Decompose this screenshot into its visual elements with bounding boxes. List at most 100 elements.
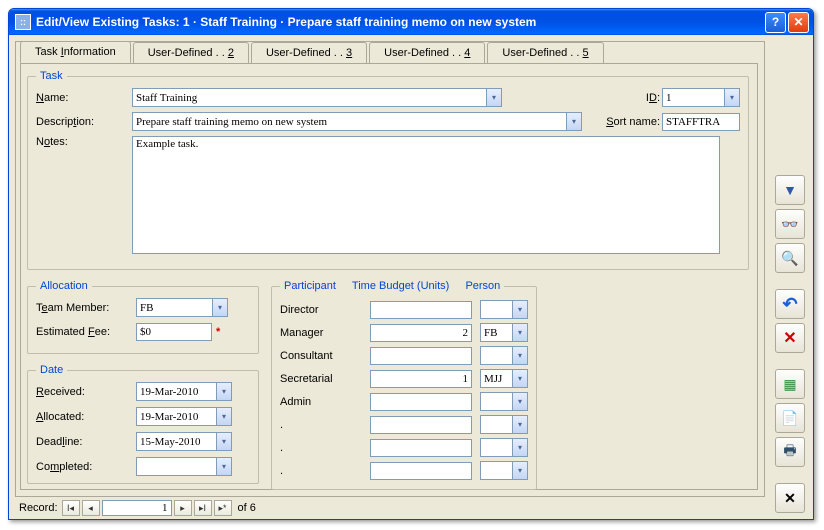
chevron-down-icon[interactable] <box>216 458 231 475</box>
chevron-down-icon[interactable] <box>566 113 581 130</box>
deadline-input[interactable] <box>137 433 216 450</box>
budget-col-label: Time Budget (Units) <box>352 280 449 292</box>
deadline-combo[interactable] <box>136 432 232 451</box>
person-combo[interactable] <box>480 392 528 411</box>
person-input[interactable] <box>481 393 512 410</box>
name-input[interactable] <box>133 89 486 106</box>
person-input[interactable] <box>481 347 512 364</box>
delete-button[interactable]: ✕ <box>775 323 805 353</box>
funnel-icon: ▼ <box>783 182 797 198</box>
window-close-button[interactable]: ✕ <box>788 12 809 33</box>
budget-input[interactable] <box>370 324 472 342</box>
budget-input[interactable] <box>370 370 472 388</box>
person-combo[interactable] <box>480 415 528 434</box>
person-input[interactable] <box>481 462 512 479</box>
person-input[interactable] <box>481 301 512 318</box>
person-col-label: Person <box>465 280 500 292</box>
tab-user-defined-3[interactable]: User-Defined . . 3 <box>251 42 367 64</box>
participant-row: . <box>280 459 528 482</box>
app-icon: :: <box>15 14 31 30</box>
person-combo[interactable] <box>480 300 528 319</box>
nav-first-button[interactable]: I◂ <box>62 500 80 516</box>
budget-input[interactable] <box>370 393 472 411</box>
person-input[interactable] <box>481 324 512 341</box>
nav-last-button[interactable]: ▸I <box>194 500 212 516</box>
person-combo[interactable] <box>480 369 528 388</box>
chevron-down-icon[interactable] <box>512 393 527 410</box>
record-number-input[interactable] <box>102 500 172 516</box>
search-button[interactable]: 🔍 <box>775 243 805 273</box>
participant-row: Secretarial <box>280 367 528 390</box>
participant-col-label: Participant <box>284 280 336 292</box>
received-input[interactable] <box>137 383 216 400</box>
tab-user-defined-4[interactable]: User-Defined . . 4 <box>369 42 485 64</box>
completed-input[interactable] <box>137 458 216 475</box>
chevron-down-icon[interactable] <box>212 299 227 316</box>
name-combo[interactable] <box>132 88 502 107</box>
chevron-down-icon[interactable] <box>216 383 231 400</box>
participant-row: Manager <box>280 321 528 344</box>
chevron-down-icon[interactable] <box>512 439 527 456</box>
notes-textarea[interactable]: Example task. <box>132 136 720 254</box>
id-combo[interactable] <box>662 88 740 107</box>
close-form-button[interactable]: ✕ <box>775 483 805 513</box>
chevron-down-icon[interactable] <box>486 89 501 106</box>
chevron-down-icon[interactable] <box>512 301 527 318</box>
preview-button[interactable]: 📄 <box>775 403 805 433</box>
filter-button[interactable]: ▼ <box>775 175 805 205</box>
nav-next-button[interactable]: ▸ <box>174 500 192 516</box>
participant-role-label: Director <box>280 304 370 316</box>
id-input[interactable] <box>663 89 724 106</box>
nav-prev-button[interactable]: ◂ <box>82 500 100 516</box>
allocation-legend: Allocation <box>36 280 92 292</box>
tab-task-information[interactable]: Task Information <box>20 41 131 63</box>
person-input[interactable] <box>481 370 512 387</box>
chevron-down-icon[interactable] <box>216 433 231 450</box>
person-combo[interactable] <box>480 461 528 480</box>
sort-name-input[interactable] <box>662 113 740 131</box>
received-combo[interactable] <box>136 382 232 401</box>
window-title: Edit/View Existing Tasks: 1 · Staff Trai… <box>36 15 763 29</box>
undo-button[interactable]: ↶ <box>775 289 805 319</box>
chevron-down-icon[interactable] <box>512 462 527 479</box>
person-combo[interactable] <box>480 438 528 457</box>
chevron-down-icon[interactable] <box>512 347 527 364</box>
budget-input[interactable] <box>370 416 472 434</box>
chevron-down-icon[interactable] <box>512 324 527 341</box>
form-area: Task Information User-Defined . . 2 User… <box>15 41 765 497</box>
search-icon: 🔍 <box>781 250 798 267</box>
help-button[interactable]: ? <box>765 12 786 33</box>
completed-label: Completed: <box>36 461 136 473</box>
person-combo[interactable] <box>480 323 528 342</box>
budget-input[interactable] <box>370 301 472 319</box>
tab-page: Task Name: ID: <box>20 63 758 490</box>
person-combo[interactable] <box>480 346 528 365</box>
participant-role-label: Manager <box>280 327 370 339</box>
find-button[interactable]: 👓 <box>775 209 805 239</box>
chevron-down-icon[interactable] <box>724 89 739 106</box>
estimated-fee-input[interactable] <box>136 323 212 341</box>
budget-input[interactable] <box>370 462 472 480</box>
allocated-input[interactable] <box>137 408 216 425</box>
description-combo[interactable] <box>132 112 582 131</box>
allocated-combo[interactable] <box>136 407 232 426</box>
team-member-input[interactable] <box>137 299 212 316</box>
tab-user-defined-5[interactable]: User-Defined . . 5 <box>487 42 603 64</box>
budget-input[interactable] <box>370 347 472 365</box>
person-input[interactable] <box>481 439 512 456</box>
person-input[interactable] <box>481 416 512 433</box>
chevron-down-icon[interactable] <box>216 408 231 425</box>
estimated-fee-label: Estimated Fee: <box>36 326 136 338</box>
completed-combo[interactable] <box>136 457 232 476</box>
description-input[interactable] <box>133 113 566 130</box>
preview-icon: 📄 <box>781 410 798 427</box>
tab-user-defined-2[interactable]: User-Defined . . 2 <box>133 42 249 64</box>
datasheet-button[interactable]: ▦ <box>775 369 805 399</box>
budget-input[interactable] <box>370 439 472 457</box>
chevron-down-icon[interactable] <box>512 370 527 387</box>
print-button[interactable]: 🖶 <box>775 437 805 467</box>
binoculars-icon: 👓 <box>781 216 798 233</box>
chevron-down-icon[interactable] <box>512 416 527 433</box>
team-member-combo[interactable] <box>136 298 228 317</box>
nav-new-button[interactable]: ▸* <box>214 500 232 516</box>
